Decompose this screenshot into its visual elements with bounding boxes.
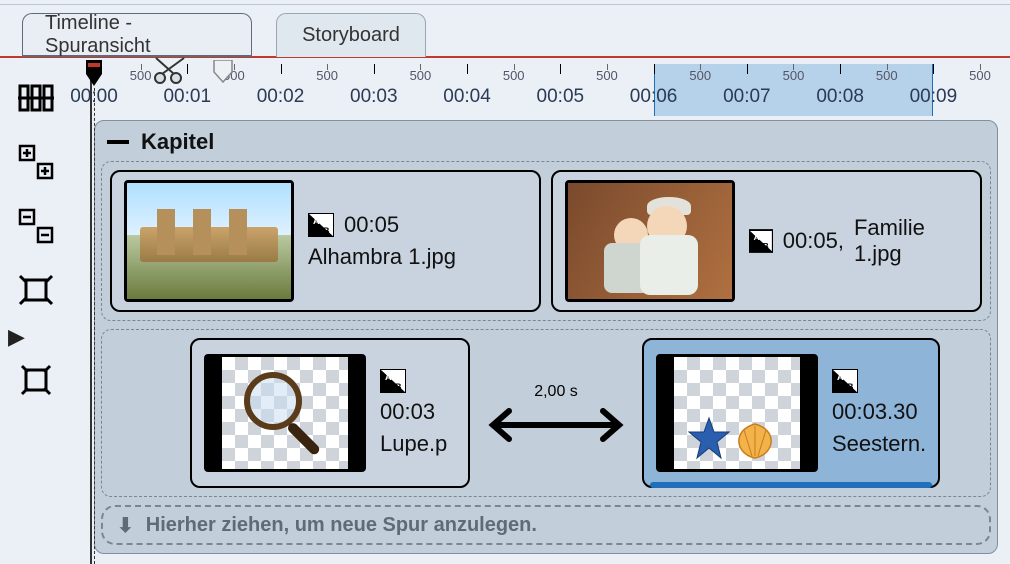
ruler-minor-label: 500 — [689, 68, 711, 83]
ruler-major-label: 00:06 — [630, 86, 678, 108]
clip-duration: 00:05, — [783, 228, 844, 254]
chapter-header[interactable]: Kapitel — [101, 127, 991, 161]
ruler-major-label: 00:02 — [257, 86, 305, 108]
gap-arrow-icon — [481, 407, 631, 443]
thumbnail — [656, 354, 818, 472]
clip-duration: 00:05 — [344, 212, 399, 238]
clip-alhambra[interactable]: AB 00:05 Alhambra 1.jpg — [110, 170, 541, 312]
svg-text:B: B — [323, 226, 330, 236]
track-2[interactable]: AB 00:03 Lupe.p 2,00 s — [101, 329, 991, 497]
ruler-major-label: 00:03 — [350, 86, 398, 108]
ruler-minor-label: 500 — [876, 68, 898, 83]
svg-text:A: A — [837, 372, 844, 382]
svg-text:A: A — [313, 216, 320, 226]
ruler-major-label: 00:08 — [816, 86, 864, 108]
fit-all-button[interactable] — [14, 360, 58, 400]
split-tracks-button[interactable] — [14, 78, 58, 118]
clip-filename: Familie 1.jpg — [854, 215, 968, 267]
zoom-out-both-button[interactable] — [14, 206, 58, 246]
svg-text:B: B — [395, 382, 402, 392]
clip-seestern[interactable]: AB 00:03.30 Seestern. — [642, 338, 940, 488]
ruler-major-label: 00:09 — [910, 86, 958, 108]
clip-filename: Alhambra 1.jpg — [308, 244, 456, 270]
timeline-area: 00:0050000:0150000:0250000:0350000:04500… — [72, 60, 1010, 564]
track-divider — [90, 60, 92, 564]
clip-duration: 00:03.30 — [832, 399, 926, 425]
ruler-major-label: 00:01 — [163, 86, 211, 108]
ruler-minor-label: 500 — [783, 68, 805, 83]
clip-duration: 00:03 — [380, 399, 447, 425]
scissors-icon[interactable] — [154, 56, 188, 89]
svg-text:A: A — [385, 372, 392, 382]
clip-filename: Seestern. — [832, 431, 926, 457]
zoom-in-both-button[interactable] — [14, 142, 58, 182]
ruler-minor-label: 500 — [969, 68, 991, 83]
out-marker-icon[interactable] — [212, 60, 234, 89]
collapse-icon[interactable] — [107, 140, 129, 144]
ruler-minor-label: 500 — [410, 68, 432, 83]
transition-icon: AB — [308, 213, 334, 237]
ruler-minor-label: 500 — [503, 68, 525, 83]
track-1[interactable]: AB 00:05 Alhambra 1.jpg AB 00:05, Famili… — [101, 161, 991, 321]
tab-storyboard[interactable]: Storyboard — [276, 13, 426, 57]
ruler-major-label: 00:04 — [443, 86, 491, 108]
ruler-minor-label: 500 — [596, 68, 618, 83]
clip-lupe[interactable]: AB 00:03 Lupe.p — [190, 338, 470, 488]
arrow-down-icon: ⬇ — [117, 513, 134, 538]
svg-text:A: A — [754, 233, 760, 242]
fit-width-button[interactable] — [14, 270, 58, 310]
svg-text:B: B — [847, 382, 854, 392]
thumbnail — [204, 354, 366, 472]
gap-duration: 2,00 s — [534, 383, 578, 401]
clip-filename: Lupe.p — [380, 431, 447, 457]
play-icon: ▶ — [8, 324, 25, 350]
chapter-title: Kapitel — [141, 129, 214, 155]
ruler-minor-label: 500 — [316, 68, 338, 83]
transition-icon: AB — [749, 229, 773, 253]
transition-icon: AB — [380, 369, 406, 393]
clip-familie[interactable]: AB 00:05, Familie 1.jpg — [551, 170, 982, 312]
left-toolbar: ▶ — [0, 60, 72, 564]
tab-bar: Timeline - Spuransicht Storyboard — [0, 4, 1010, 58]
new-track-dropzone[interactable]: ⬇ Hierher ziehen, um neue Spur anzulegen… — [101, 505, 991, 545]
ruler-minor-label: 500 — [130, 68, 152, 83]
thumbnail — [124, 180, 294, 302]
chapter-container: Kapitel AB 00:05 Alhambra 1.jpg — [94, 120, 998, 554]
ruler-major-label: 00:05 — [537, 86, 585, 108]
ruler-major-label: 00:07 — [723, 86, 771, 108]
svg-text:B: B — [763, 242, 769, 251]
clip-gap[interactable]: 2,00 s — [470, 338, 642, 488]
thumbnail — [565, 180, 735, 302]
tab-timeline[interactable]: Timeline - Spuransicht — [22, 13, 252, 57]
dropzone-label: Hierher ziehen, um neue Spur anzulegen. — [146, 514, 537, 537]
transition-icon: AB — [832, 369, 858, 393]
